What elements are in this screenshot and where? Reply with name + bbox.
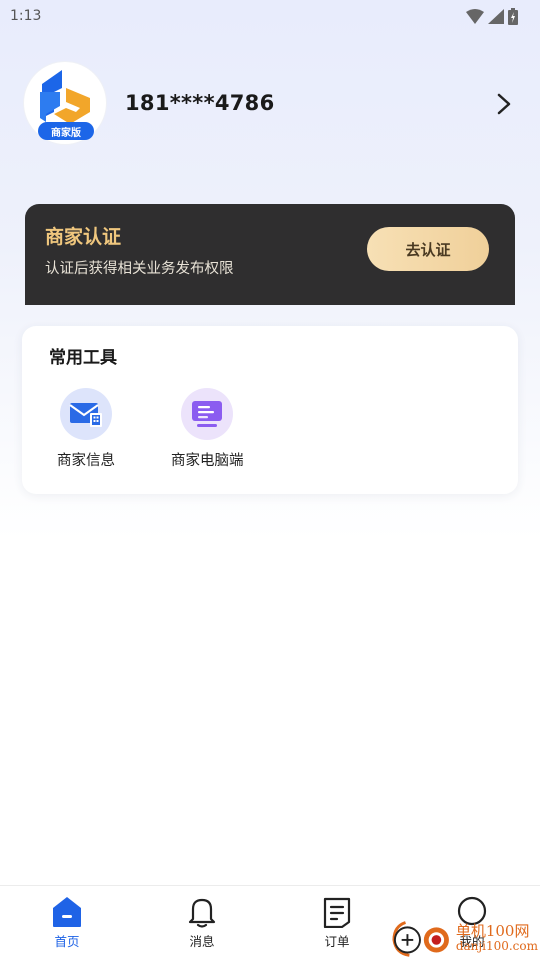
merchant-pc-icon xyxy=(181,388,234,440)
tool-label: 商家信息 xyxy=(57,453,115,469)
wifi-icon xyxy=(466,8,484,24)
chevron-right-icon[interactable] xyxy=(494,92,514,116)
status-icons xyxy=(466,7,518,25)
go-certify-button[interactable]: 去认证 xyxy=(367,227,489,271)
watermark-line1: 单机100网 xyxy=(455,921,530,940)
nav-item-messages[interactable]: 消息 xyxy=(162,896,242,950)
cell-signal-icon xyxy=(488,8,504,24)
watermark-line2: danji100.com xyxy=(455,938,538,953)
status-bar: 1:13 xyxy=(0,0,540,32)
tools-title: 常用工具 xyxy=(49,348,117,368)
bell-icon xyxy=(188,898,216,928)
watermark-logo-icon xyxy=(392,921,449,957)
user-phone: 181****4786 xyxy=(125,91,275,115)
home-icon xyxy=(53,897,81,927)
nav-label: 首页 xyxy=(54,934,80,949)
nav-label: 订单 xyxy=(324,934,350,949)
common-tools-card: 常用工具 商家信息 商家电脑端 xyxy=(22,326,518,494)
nav-label: 消息 xyxy=(189,934,215,949)
merchant-info-icon xyxy=(60,388,112,440)
battery-icon xyxy=(508,7,518,25)
status-time: 1:13 xyxy=(10,8,42,24)
order-icon xyxy=(323,897,351,928)
avatar-badge: 商家版 xyxy=(38,122,94,140)
nav-item-home[interactable]: 首页 xyxy=(27,896,107,950)
profile-header[interactable]: 商家版 181****4786 xyxy=(24,62,275,144)
tool-merchant-info[interactable]: 商家信息 xyxy=(57,388,115,470)
tool-label: 商家电脑端 xyxy=(171,453,244,469)
tool-merchant-pc[interactable]: 商家电脑端 xyxy=(171,388,244,470)
merchant-cert-banner: 商家认证 认证后获得相关业务发布权限 去认证 xyxy=(25,204,515,305)
site-watermark: 单机100网 danji100.com xyxy=(392,916,538,960)
avatar[interactable]: 商家版 xyxy=(24,62,106,144)
nav-item-orders[interactable]: 订单 xyxy=(297,896,377,950)
